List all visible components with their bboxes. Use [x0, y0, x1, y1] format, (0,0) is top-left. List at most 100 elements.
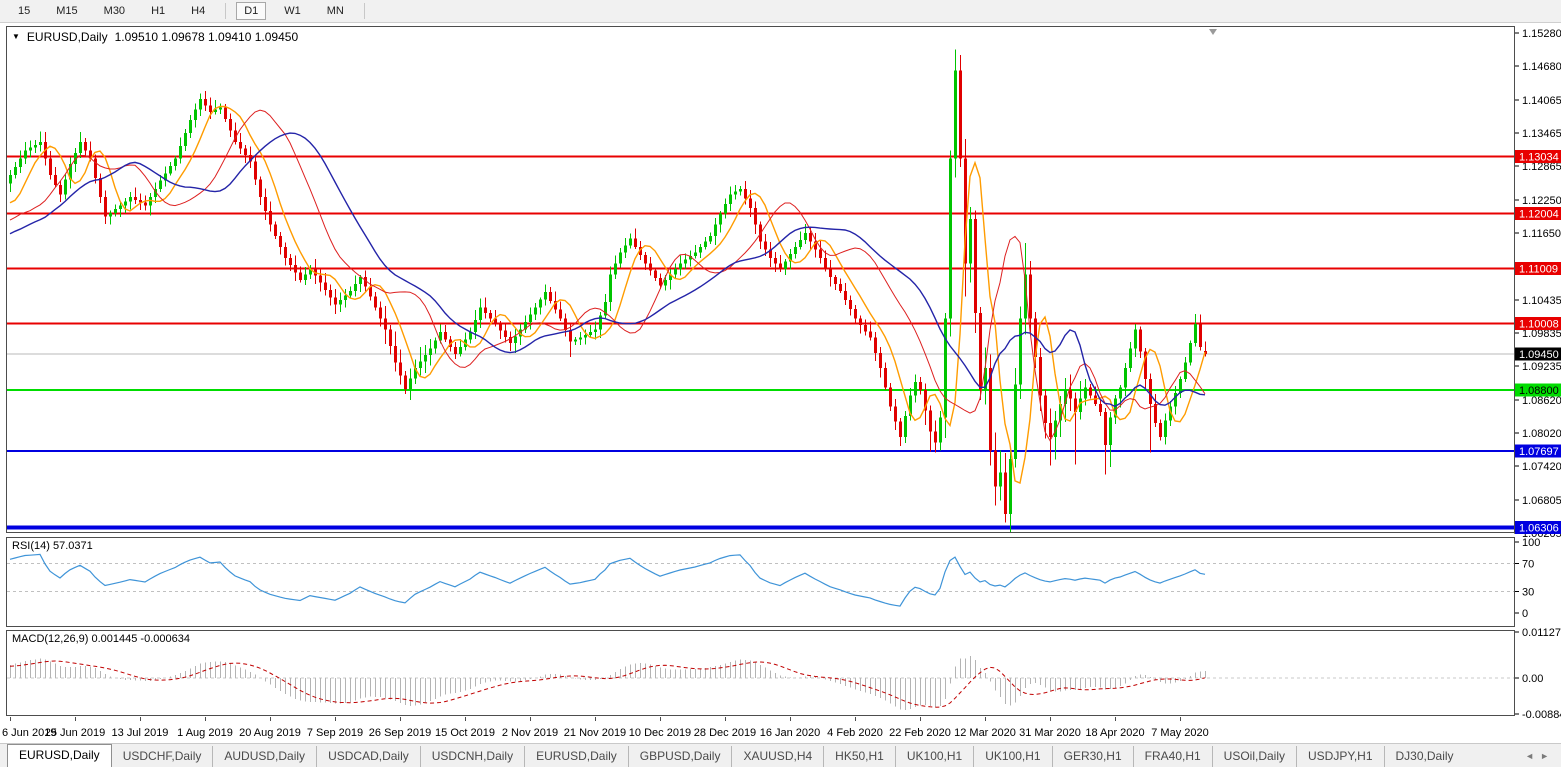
candle-body — [319, 276, 322, 283]
date-label: 13 Jul 2019 — [112, 727, 169, 739]
candle-body — [119, 205, 122, 209]
candle-body — [429, 349, 432, 355]
candle-body — [919, 382, 922, 390]
candle-body — [134, 197, 137, 200]
chart-tab-uk100-h1-9[interactable]: UK100,H1 — [895, 746, 973, 767]
candle-body — [719, 214, 722, 225]
price-axis-label: 1.14065 — [1522, 95, 1561, 107]
candle-body — [424, 355, 427, 361]
candle-body — [854, 309, 857, 318]
candle-body — [894, 407, 897, 422]
candle-body — [1164, 420, 1167, 437]
candle-body — [934, 431, 937, 442]
price-axis-label: 1.11650 — [1522, 228, 1561, 240]
date-label: 26 Sep 2019 — [369, 727, 431, 739]
candle-body — [239, 142, 242, 148]
chart-tab-usoil-daily-13[interactable]: USOil,Daily — [1212, 746, 1296, 767]
candle-body — [109, 213, 112, 217]
candle-body — [104, 197, 107, 216]
candle-body — [244, 149, 247, 155]
candle-body — [399, 362, 402, 375]
candle-body — [14, 167, 17, 175]
candle-body — [629, 239, 632, 246]
candle-body — [739, 189, 742, 192]
candle-body — [264, 197, 267, 211]
price-badge-label: 1.09450 — [1519, 349, 1559, 361]
chart-tab-usdchf-daily-1[interactable]: USDCHF,Daily — [112, 746, 213, 767]
candle-body — [779, 263, 782, 269]
candle-body — [939, 418, 942, 443]
candle-body — [1109, 418, 1112, 446]
price-axis-label: 1.09235 — [1522, 361, 1561, 373]
candle-body — [899, 422, 902, 437]
price-axis[interactable]: 1.152801.146801.140651.134651.128651.122… — [1514, 28, 1561, 540]
chart-tab-audusd-daily-2[interactable]: AUDUSD,Daily — [212, 746, 316, 767]
candle-body — [864, 325, 867, 331]
date-label: 28 Dec 2019 — [694, 727, 756, 739]
candle-body — [384, 318, 387, 329]
rsi-axis-label: 30 — [1522, 587, 1534, 599]
chart-canvas[interactable]: 1.152801.146801.140651.134651.128651.122… — [0, 0, 1561, 745]
candle-body — [1174, 393, 1177, 407]
macd-axis-label: 0.00 — [1522, 673, 1543, 685]
candle-body — [269, 211, 272, 225]
chart-tab-usdcad-daily-3[interactable]: USDCAD,Daily — [316, 746, 420, 767]
candle-body — [179, 146, 182, 159]
price-badge-label: 1.13034 — [1519, 152, 1559, 164]
rsi-indicator-label: RSI(14) 57.0371 — [12, 540, 93, 552]
candle-body — [419, 362, 422, 368]
date-axis[interactable]: 6 Jun 201925 Jun 201913 Jul 20191 Aug 20… — [2, 717, 1209, 739]
candle-body — [489, 313, 492, 319]
candle-body — [1089, 387, 1092, 395]
price-badge-label: 1.08800 — [1519, 385, 1559, 397]
candle-body — [559, 310, 562, 319]
candle-body — [1019, 318, 1022, 384]
price-badge-label: 1.12004 — [1519, 208, 1559, 220]
chart-tab-ger30-h1-11[interactable]: GER30,H1 — [1052, 746, 1133, 767]
candle-body — [1044, 396, 1047, 424]
candle-body — [564, 318, 567, 330]
price-axis-label: 1.10435 — [1522, 295, 1561, 307]
candle-body — [784, 261, 787, 268]
chart-tab-uk100-h1-10[interactable]: UK100,H1 — [973, 746, 1051, 767]
date-label: 18 Apr 2020 — [1085, 727, 1144, 739]
candle-body — [714, 225, 717, 236]
candle-body — [1159, 423, 1162, 437]
chart-tab-fra40-h1-12[interactable]: FRA40,H1 — [1133, 746, 1212, 767]
chart-tab-bar: EURUSD,DailyUSDCHF,DailyAUDUSD,DailyUSDC… — [0, 743, 1561, 767]
main-chart-plot[interactable] — [7, 26, 1514, 533]
candle-body — [289, 258, 292, 265]
candle-body — [729, 194, 732, 204]
candle-body — [124, 201, 127, 205]
candle-body — [579, 338, 582, 340]
candle-body — [749, 199, 752, 209]
candle-body — [539, 300, 542, 308]
candle-body — [879, 353, 882, 368]
chart-tab-usdjpy-h1-14[interactable]: USDJPY,H1 — [1296, 746, 1383, 767]
chart-tab-dj30-daily-15[interactable]: DJ30,Daily — [1384, 746, 1465, 767]
candle-body — [929, 411, 932, 432]
candle-body — [359, 277, 362, 284]
chart-tab-eurusd-daily-0[interactable]: EURUSD,Daily — [7, 744, 112, 767]
candle-body — [209, 105, 212, 111]
candle-body — [1099, 404, 1102, 412]
chart-tab-gbpusd-daily-6[interactable]: GBPUSD,Daily — [628, 746, 732, 767]
candle-body — [344, 295, 347, 300]
chart-tab-hk50-h1-8[interactable]: HK50,H1 — [823, 746, 895, 767]
chart-dropdown-icon[interactable]: ▼ — [12, 33, 20, 41]
candle-body — [1189, 343, 1192, 362]
chart-tab-usdcnh-daily-4[interactable]: USDCNH,Daily — [420, 746, 524, 767]
chart-tab-xauusd-h4-7[interactable]: XAUUSD,H4 — [731, 746, 823, 767]
candle-body — [199, 99, 202, 109]
chart-symbol-label: EURUSD,Daily — [27, 30, 108, 44]
candle-body — [499, 324, 502, 330]
chart-tab-eurusd-daily-5[interactable]: EURUSD,Daily — [524, 746, 628, 767]
rsi-plot[interactable] — [7, 537, 1514, 627]
candle-body — [1049, 423, 1052, 437]
rsi-axis-label: 70 — [1522, 558, 1534, 570]
price-badge-label: 1.11009 — [1519, 263, 1558, 275]
candle-body — [624, 245, 627, 252]
candle-body — [764, 241, 767, 249]
tab-scroll-arrows[interactable]: ◄► — [1525, 751, 1555, 761]
candle-body — [654, 271, 657, 278]
